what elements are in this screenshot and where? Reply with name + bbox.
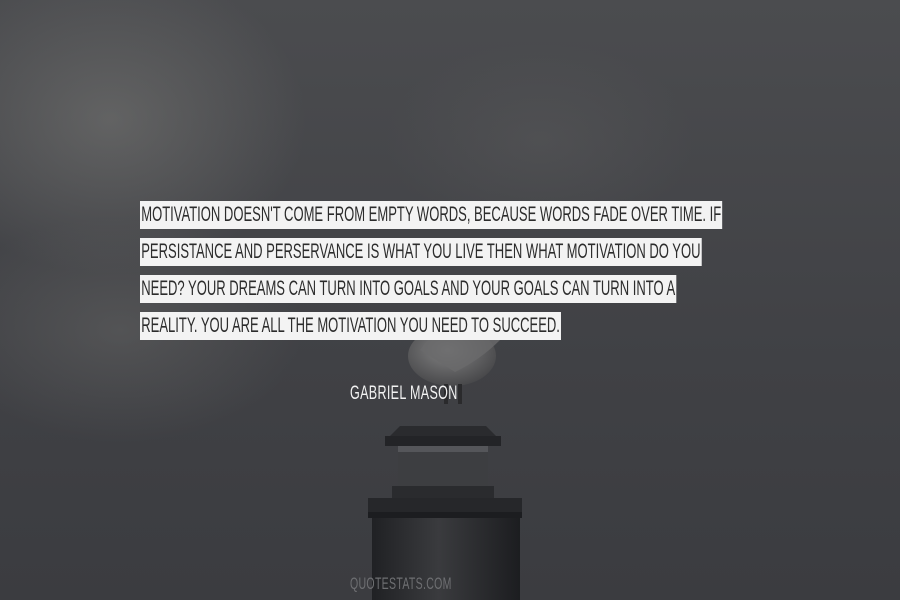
quote-line: Motivation doesn't come from empty words… xyxy=(140,196,723,233)
quote-line: reality. You are all the motivation you … xyxy=(140,307,562,344)
site-watermark: QUOTESTATS.COM xyxy=(350,574,452,593)
quote-line: persistance and perservance is what you … xyxy=(140,233,702,270)
quote-line: need? Your dreams can turn into goals an… xyxy=(140,270,677,307)
quote-author: Gabriel Mason xyxy=(350,383,458,404)
quote-text: Motivation doesn't come from empty words… xyxy=(140,196,723,344)
